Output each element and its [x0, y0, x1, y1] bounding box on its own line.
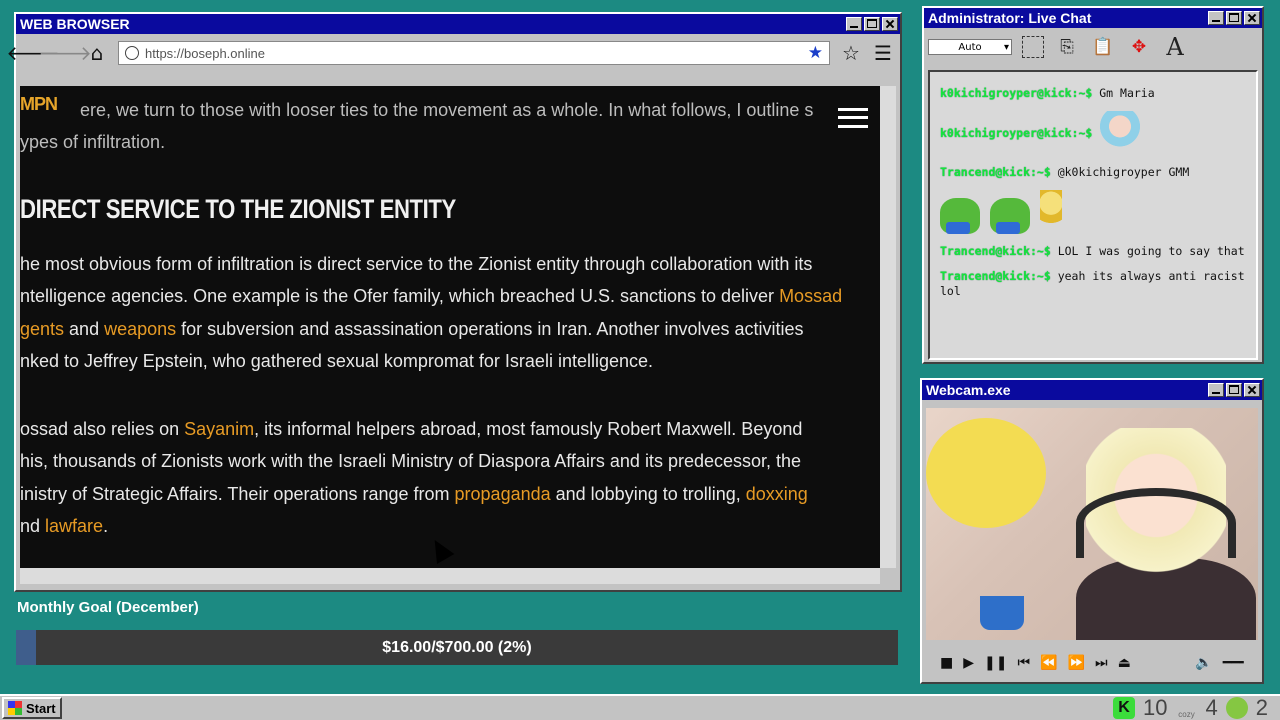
chat-message: Trancend@kick:~$ LOL I was going to say …	[940, 244, 1245, 258]
frog-emote-icon	[990, 198, 1030, 234]
section-heading: DIRECT SERVICE TO THE ZIONIST ENTITY	[20, 194, 456, 224]
frog-emote-icon	[940, 198, 980, 234]
paragraph-2-line-3: inistry of Strategic Affairs. Their oper…	[20, 484, 808, 504]
auto-select[interactable]: Auto	[928, 39, 1012, 55]
skip-start-icon[interactable]: ⏮	[1017, 655, 1030, 671]
cozy-icon: cozy	[1178, 710, 1195, 719]
maximize-button[interactable]	[1226, 383, 1242, 397]
chat-message: k0kichigroyper@kick:~$ Gm Maria	[940, 86, 1155, 100]
agents-link[interactable]: gents	[20, 319, 64, 339]
webcam-window: Webcam.exe ■ ▶ ❚❚ ⏮ ⏪ ⏩ ⏭ ⏏ 🔈 ━━╸	[920, 378, 1264, 684]
paragraph-2-line-1: ossad also relies on Sayanim, its inform…	[20, 419, 803, 439]
goal-label: Monthly Goal (December)	[17, 599, 199, 616]
browser-titlebar[interactable]: WEB BROWSER	[16, 14, 900, 34]
rumble-viewer-count: 4	[1205, 695, 1218, 720]
minimize-button[interactable]	[1208, 11, 1224, 25]
fast-forward-icon[interactable]: ⏩	[1068, 655, 1085, 671]
mossad-link[interactable]: Mossad	[779, 286, 842, 306]
goal-progress-text: $16.00/$700.00 (2%)	[382, 639, 532, 656]
kick-icon: K	[1113, 697, 1136, 719]
home-icon[interactable]: ⌂	[86, 41, 108, 65]
other-viewer-count: 2	[1255, 695, 1268, 720]
page-viewport: MPN ere, we turn to those with looser ti…	[20, 86, 880, 568]
emote-row	[940, 190, 1246, 234]
webcam-title: Webcam.exe	[926, 382, 1011, 398]
move-icon[interactable]: ✥	[1126, 34, 1152, 60]
kick-viewer-count: 10	[1143, 695, 1168, 720]
rumble-icon	[1225, 697, 1248, 719]
favorites-star-icon[interactable]: ☆	[840, 41, 862, 65]
address-bar[interactable]: https://boseph.online ★	[118, 41, 830, 65]
blue-cup	[980, 596, 1024, 630]
volume-slider[interactable]: ━━╸	[1223, 655, 1258, 671]
windows-logo-icon	[8, 701, 22, 715]
pause-icon[interactable]: ❚❚	[984, 655, 1007, 671]
chat-toolbar: Auto ⎘ 📋 ✥ A	[924, 28, 1262, 66]
font-icon[interactable]: A	[1162, 33, 1188, 61]
skip-end-icon[interactable]: ⏭	[1095, 655, 1108, 671]
propaganda-link[interactable]: propaganda	[455, 484, 551, 504]
chat-titlebar[interactable]: Administrator: Live Chat	[924, 8, 1262, 28]
close-button[interactable]	[1244, 11, 1260, 25]
headphones	[1076, 488, 1236, 558]
copy-icon[interactable]: ⎘	[1054, 34, 1080, 60]
paste-icon[interactable]: 📋	[1090, 34, 1116, 60]
stop-icon[interactable]: ■	[940, 655, 953, 671]
chat-title: Administrator: Live Chat	[928, 10, 1092, 26]
rewind-icon[interactable]: ⏪	[1040, 655, 1057, 671]
sayanim-link[interactable]: Sayanim	[184, 419, 254, 439]
paragraph-1-line-1: he most obvious form of infiltration is …	[20, 254, 813, 274]
doxxing-link[interactable]: doxxing	[746, 484, 808, 504]
minimize-button[interactable]	[1208, 383, 1224, 397]
start-button[interactable]: Start	[2, 697, 62, 719]
chat-message: Trancend@kick:~$ yeah its always anti ra…	[940, 269, 1245, 298]
browser-title: WEB BROWSER	[20, 16, 130, 32]
play-icon[interactable]: ▶	[963, 655, 974, 671]
intro-line-2: ypes of infiltration.	[20, 132, 166, 152]
paragraph-1-line-2: ntelligence agencies. One example is the…	[20, 286, 843, 306]
webcam-video	[926, 408, 1258, 640]
plush-toy	[926, 418, 1046, 528]
chat-window: Administrator: Live Chat Auto ⎘ 📋 ✥ A k0…	[922, 6, 1264, 364]
system-tray: K 10 cozy 4 2	[1113, 695, 1278, 720]
eject-icon[interactable]: ⏏	[1118, 655, 1131, 671]
lawfare-link[interactable]: lawfare	[45, 516, 103, 536]
chat-message: Trancend@kick:~$ @k0kichigroyper GMM	[940, 165, 1190, 179]
webcam-titlebar[interactable]: Webcam.exe	[922, 380, 1262, 400]
intro-line-1: ere, we turn to those with looser ties t…	[80, 100, 814, 120]
url-text[interactable]: https://boseph.online	[145, 46, 802, 61]
close-button[interactable]	[1244, 383, 1260, 397]
media-controls: ■ ▶ ❚❚ ⏮ ⏪ ⏩ ⏭ ⏏ 🔈 ━━╸	[926, 648, 1258, 678]
bookmark-star-icon[interactable]: ★	[808, 43, 823, 63]
browser-toolbar: 🡐 🡒 ⌂ https://boseph.online ★ ☆ ☰	[6, 34, 900, 72]
browser-window: WEB BROWSER 🡐 🡒 ⌂ https://boseph.online …	[6, 12, 902, 592]
paragraph-2-line-2: his, thousands of Zionists work with the…	[20, 451, 802, 471]
taskbar: Start K 10 cozy 4 2	[0, 694, 1280, 720]
chat-messages: k0kichigroyper@kick:~$ Gm Maria k0kichig…	[928, 70, 1258, 360]
forward-arrow-icon[interactable]: 🡒	[38, 41, 92, 65]
hamburger-menu-icon[interactable]: ☰	[872, 41, 894, 65]
paragraph-1-line-4: nked to Jeffrey Epstein, who gathered se…	[20, 351, 654, 371]
raincoat-emote-icon	[1040, 190, 1062, 234]
horizontal-scrollbar[interactable]	[20, 568, 880, 584]
weapons-link[interactable]: weapons	[104, 319, 176, 339]
minimize-button[interactable]	[846, 17, 862, 31]
anime-girl-emote-icon	[1098, 111, 1143, 155]
paragraph-2-line-4: nd lawfare.	[20, 516, 109, 536]
globe-icon	[125, 46, 139, 60]
paragraph-1-line-3: gents and weapons for subversion and ass…	[20, 319, 804, 339]
maximize-button[interactable]	[1226, 11, 1242, 25]
volume-icon[interactable]: 🔈	[1195, 655, 1212, 671]
vertical-scrollbar[interactable]	[880, 86, 896, 568]
chat-message: k0kichigroyper@kick:~$	[940, 111, 1246, 155]
close-button[interactable]	[882, 17, 898, 31]
goal-progress-bar: $16.00/$700.00 (2%)	[16, 630, 898, 665]
select-icon[interactable]	[1022, 36, 1044, 58]
maximize-button[interactable]	[864, 17, 880, 31]
